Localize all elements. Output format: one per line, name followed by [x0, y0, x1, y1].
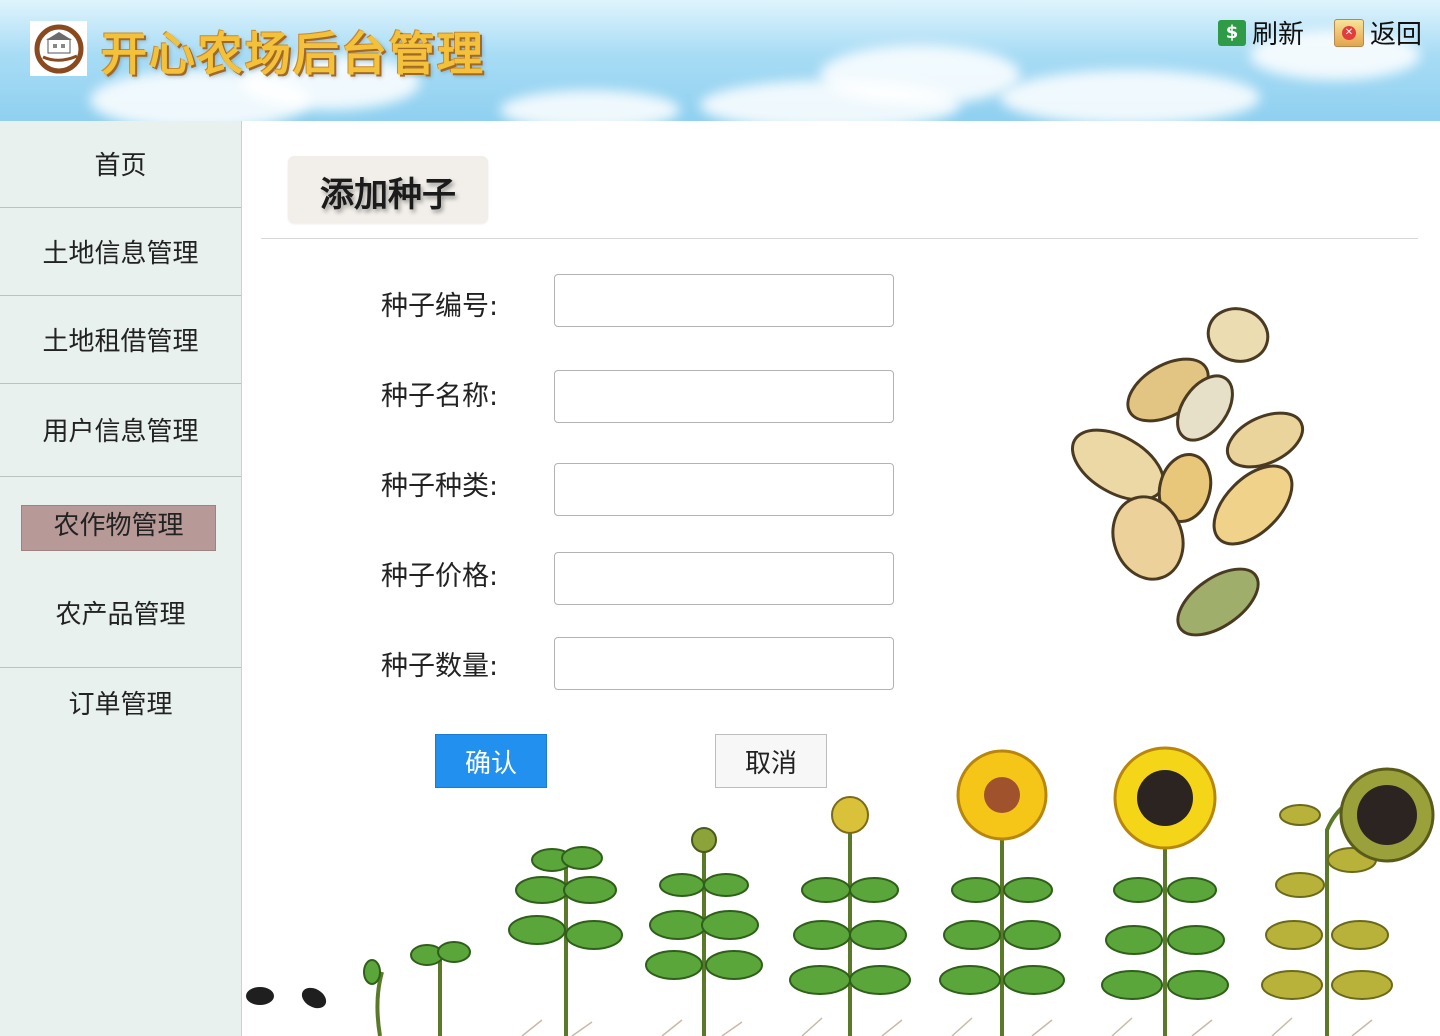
refresh-label: 刷新	[1252, 20, 1305, 50]
seed-name-label: 种子名称:	[381, 381, 499, 412]
sidebar-item-crops[interactable]: 农作物管理	[21, 505, 216, 551]
page-title: 添加种子	[320, 175, 456, 215]
sidebar-divider	[0, 476, 241, 477]
seed-type-label: 种子种类:	[381, 471, 499, 502]
seed-price-input[interactable]	[554, 552, 894, 605]
sidebar-item-land-info[interactable]: 土地信息管理	[0, 233, 241, 270]
back-icon: ✕	[1334, 18, 1364, 47]
seed-type-input[interactable]	[554, 463, 894, 516]
seed-quantity-input[interactable]	[554, 637, 894, 690]
sunflower-growth-illustration	[246, 746, 1435, 1036]
refresh-icon: $	[1218, 19, 1246, 46]
sidebar-item-user-info[interactable]: 用户信息管理	[0, 411, 241, 448]
sidebar-divider	[0, 207, 241, 208]
sidebar-divider	[0, 667, 241, 668]
back-label: 返回	[1370, 20, 1423, 50]
page-title-tab: 添加种子	[288, 156, 488, 223]
sidebar-divider	[0, 295, 241, 296]
sidebar-item-farm-products[interactable]: 农产品管理	[0, 594, 241, 631]
farm-logo-icon	[30, 21, 87, 76]
seed-price-label: 种子价格:	[381, 561, 499, 592]
title-divider	[261, 238, 1418, 239]
sidebar-item-orders[interactable]: 订单管理	[0, 684, 241, 721]
sidebar: 首页 土地信息管理 土地租借管理 用户信息管理 农产品管理 订单管理	[0, 121, 242, 1036]
seed-id-label: 种子编号:	[381, 291, 499, 322]
seed-name-input[interactable]	[554, 370, 894, 423]
seeds-illustration	[1070, 307, 1305, 637]
seed-quantity-label: 种子数量:	[381, 651, 499, 682]
sidebar-item-land-rental[interactable]: 土地租借管理	[0, 321, 241, 358]
refresh-button[interactable]: $ 刷新	[1218, 14, 1304, 51]
sidebar-divider	[0, 383, 241, 384]
back-button[interactable]: ✕ 返回	[1334, 14, 1422, 51]
seed-id-input[interactable]	[554, 274, 894, 327]
app-title: 开心农场后台管理	[101, 27, 485, 81]
sidebar-item-home[interactable]: 首页	[0, 145, 241, 182]
header-banner: 开心农场后台管理 $ 刷新 ✕ 返回	[0, 0, 1440, 121]
